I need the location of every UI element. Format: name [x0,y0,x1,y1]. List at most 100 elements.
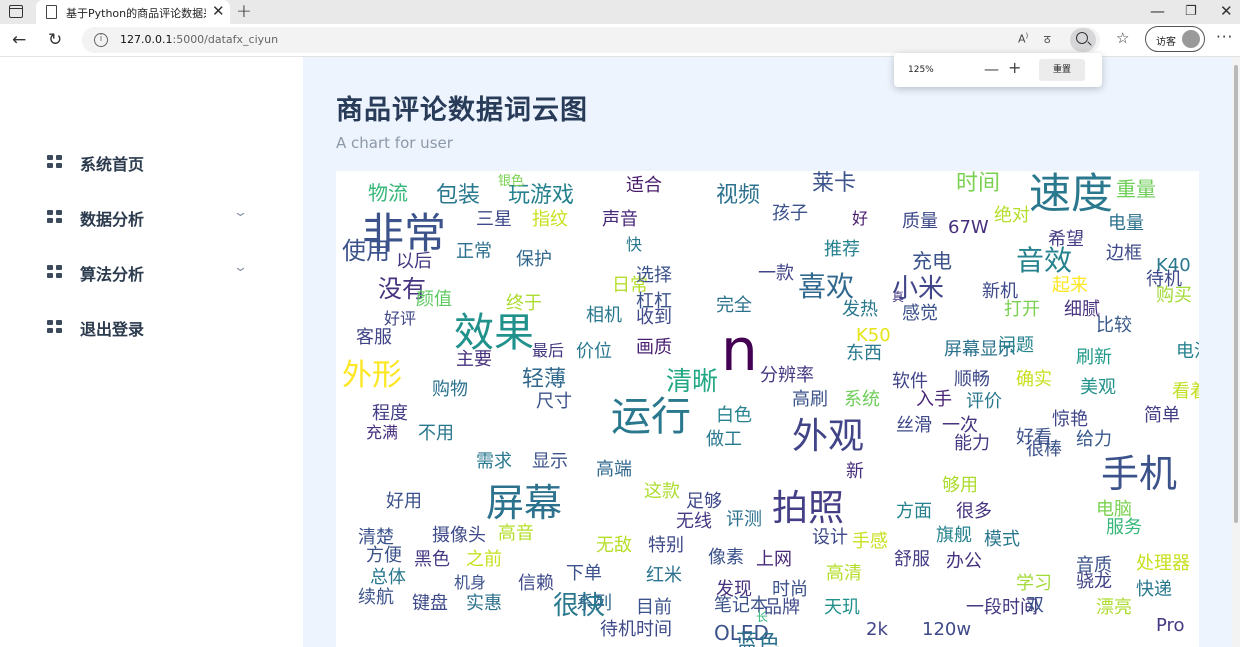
sidebar-item-logout[interactable]: 退出登录 [47,313,262,339]
cloud-word: 主要 [456,349,492,370]
cloud-word: 新 [846,461,864,482]
cloud-word: 屏幕 [486,481,563,525]
browser-tab-strip: 基于Python的商品评论数据采集 ✕ + — ❐ ✕ [0,0,1240,24]
cloud-word: 指纹 [532,209,568,230]
cloud-word: 摄像头 [432,525,486,546]
chevron-down-icon[interactable]: ⌄ [233,205,248,220]
cloud-word: 系列 [576,593,612,614]
translate-icon[interactable]: ठ [1044,32,1050,47]
cloud-word: 重量 [1116,177,1156,201]
cloud-word: 收到 [636,307,672,328]
cloud-word: 漂亮 [1096,597,1132,618]
zoom-in-button[interactable]: + [1008,58,1021,77]
cloud-word: 学习 [1016,573,1052,594]
sidebar-item-label: 算法分析 [80,265,145,284]
new-tab-button[interactable]: + [236,0,252,22]
cloud-word: 天玑 [824,597,860,618]
cloud-word: 待机时间 [600,619,672,640]
cloud-word: 终于 [506,293,542,314]
grid-icon [47,155,62,168]
zoom-magnifier-icon [1076,32,1088,44]
cloud-word: 足够 [686,491,722,512]
cloud-word: 使用 [342,237,390,265]
address-bar[interactable]: i 127.0.0.1:5000/datafx_ciyun A) ठ [82,27,1100,53]
cloud-word: 评价 [966,391,1002,412]
cloud-word: 手机 [1101,452,1178,496]
cloud-word: 不用 [418,423,454,444]
cloud-word: 速度 [1029,171,1114,218]
restore-icon[interactable]: ❐ [1185,4,1197,19]
cloud-word: 续航 [358,587,394,608]
cloud-word: 够用 [942,475,978,496]
cloud-word: 实惠 [466,593,502,614]
tab-actions-icon[interactable] [9,5,23,18]
cloud-word: 物流 [368,181,408,205]
close-tab-icon[interactable]: ✕ [212,2,225,20]
refresh-icon[interactable]: ↻ [48,30,62,50]
sidebar-item-data-analysis[interactable]: 数据分析 ⌄ [47,203,262,229]
cloud-word: 能力 [954,433,990,454]
cloud-word: 评测 [726,509,762,530]
more-menu-icon[interactable]: ··· [1216,28,1233,46]
cloud-word: 颜值 [416,289,452,310]
cloud-word: 丝滑 [896,415,932,436]
cloud-word: 购买 [1156,285,1192,306]
back-arrow-icon[interactable]: ← [12,30,26,50]
cloud-word: 拍照 [772,488,845,529]
cloud-word: 发热 [842,299,878,320]
cloud-word: 刷新 [1076,347,1112,368]
cloud-word: 总体 [370,567,406,588]
cloud-word: 好评 [384,309,417,328]
cloud-word: 高音 [498,523,534,544]
cloud-word: 高清 [826,563,862,584]
cloud-word: 真 [892,290,905,304]
browser-tab-active[interactable]: 基于Python的商品评论数据采集 ✕ [36,0,230,24]
zoom-reset-button[interactable]: 重置 [1039,59,1085,81]
cloud-word: 视频 [716,183,761,208]
cloud-word: 电池 [1176,341,1199,362]
cloud-word: 设计 [812,527,848,548]
cloud-word: 无敌 [596,535,632,556]
cloud-word: 信赖 [518,573,554,594]
cloud-word: 之前 [466,549,502,570]
cloud-word: 旗舰 [936,525,972,546]
tab-title: 基于Python的商品评论数据采集 [66,7,206,20]
cloud-word: 看着 [1172,381,1199,402]
cloud-word: 感觉 [902,303,938,324]
cloud-word: 正常 [456,241,492,262]
cloud-word: 完全 [716,295,752,316]
cloud-word: 打开 [1004,299,1040,320]
cloud-word: 长 [756,610,769,624]
zoom-button[interactable] [1070,28,1096,52]
cloud-word: 好用 [386,491,422,512]
sidebar-item-algorithm-analysis[interactable]: 算法分析 ⌄ [47,258,262,284]
window-close-icon[interactable]: ✕ [1220,2,1233,20]
cloud-word: 顺畅 [954,369,990,390]
zoom-out-button[interactable]: — [984,60,999,78]
profile-button[interactable]: 访客 [1145,26,1205,52]
cloud-word: 处理器 [1136,553,1190,574]
cloud-word: 比较 [1096,315,1132,336]
info-icon[interactable]: i [94,33,108,47]
url-text[interactable]: 127.0.0.1:5000/datafx_ciyun [120,33,278,46]
cloud-word: 手感 [852,531,888,552]
cloud-word: 系统 [844,389,880,410]
chevron-down-icon[interactable]: ⌄ [233,260,248,275]
cloud-word: 好 [852,209,869,228]
cloud-word: 外形 [342,358,402,393]
favorites-icon[interactable]: ☆ [1116,29,1129,47]
cloud-word: 需求 [476,451,512,472]
cloud-word: 键盘 [412,593,448,614]
cloud-word: 很多 [956,501,992,522]
sidebar-item-home[interactable]: 系统首页 [47,148,262,174]
scrollbar[interactable] [1232,57,1240,647]
cloud-word: 绝对 [994,205,1030,226]
cloud-word: 骁龙 [1076,571,1112,592]
minimize-icon[interactable]: — [1150,2,1165,20]
scrollbar-thumb[interactable] [1234,65,1238,523]
cloud-word: 音效 [1016,244,1073,277]
cloud-word: 显示 [532,451,568,472]
read-aloud-icon[interactable]: A) [1018,32,1028,46]
cloud-word: 做工 [706,429,742,450]
cloud-word: Pro [1156,615,1185,636]
